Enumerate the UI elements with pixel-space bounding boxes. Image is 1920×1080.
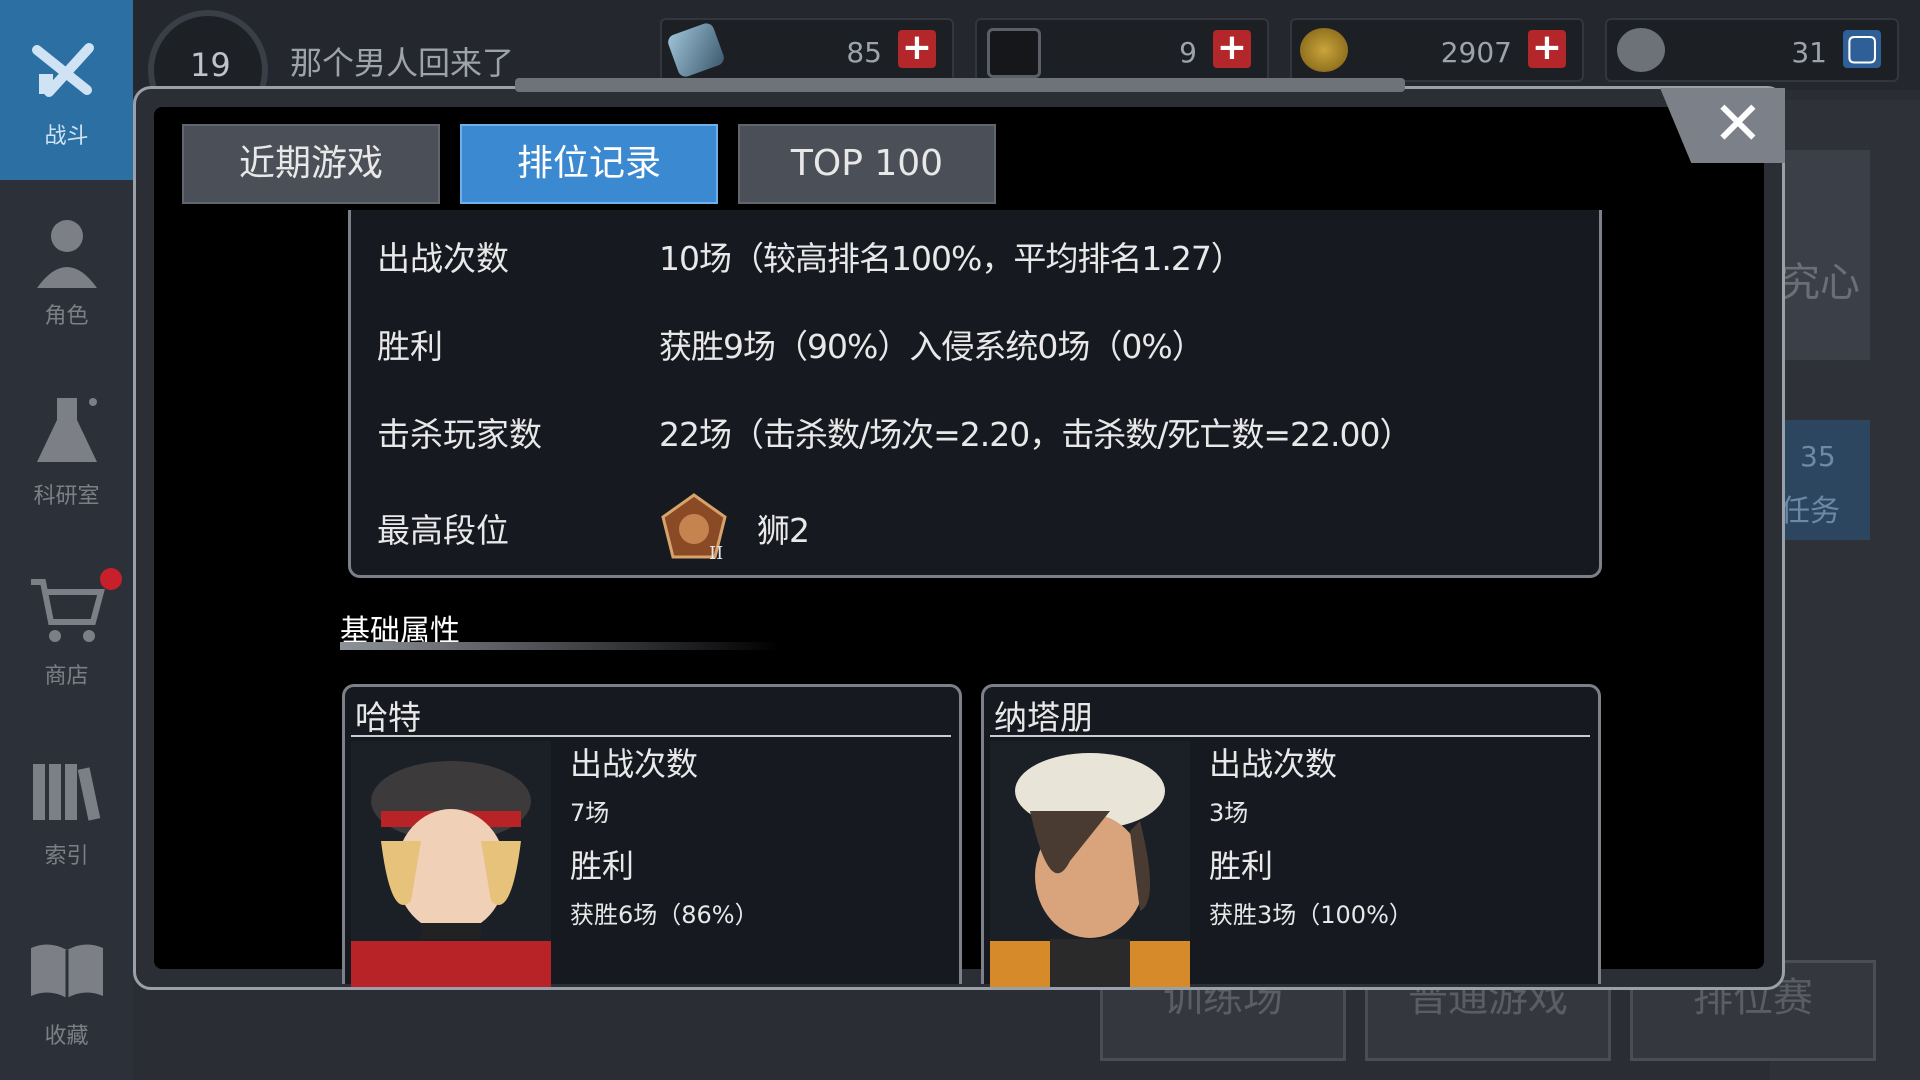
- add-crystal-button[interactable]: +: [898, 30, 936, 68]
- books-icon: [32, 764, 100, 821]
- hart-portrait-image: [351, 741, 551, 987]
- resource-value: 2907: [1440, 36, 1512, 69]
- stat-value: 22场（击杀数/场次=2.20，击杀数/死亡数=22.00）: [659, 415, 1412, 454]
- svg-text:II: II: [709, 543, 723, 563]
- battles-label: 出战次数: [1209, 745, 1338, 783]
- stat-row-wins: 胜利 获胜9场（90%）入侵系统0场（0%）: [377, 314, 1205, 374]
- add-disc-button[interactable]: +: [1213, 30, 1251, 68]
- divider: [990, 735, 1590, 737]
- stat-row-battles: 出战次数 10场（较高排名100%，平均排名1.27）: [377, 226, 1244, 286]
- battles-label: 出战次数: [570, 745, 699, 783]
- nav-item-battle[interactable]: 战斗: [0, 0, 133, 180]
- ranked-stats-panel: 出战次数 10场（较高排名100%，平均排名1.27） 胜利 获胜9场（90%）…: [348, 210, 1602, 578]
- lion-rank-badge-icon: II: [661, 493, 727, 563]
- resource-bp: 31 ▢: [1605, 18, 1899, 82]
- stat-label: 最高段位: [377, 511, 509, 550]
- character-icon: [36, 220, 97, 288]
- stat-row-highest-rank: 最高段位 II 狮2: [377, 488, 810, 568]
- character-name: 哈特: [355, 698, 421, 737]
- add-coin-button[interactable]: +: [1528, 30, 1566, 68]
- nav-label: 战斗: [44, 124, 89, 149]
- divider: [351, 735, 951, 737]
- resource-value: 31: [1791, 36, 1827, 69]
- nav-item-index[interactable]: 索引: [0, 720, 133, 900]
- background-mission: 35 任务: [1770, 420, 1870, 540]
- natapon-portrait-image: [990, 741, 1190, 987]
- wins-value: 获胜6场（86%）: [570, 901, 759, 929]
- nav-item-character[interactable]: 角色: [0, 180, 133, 360]
- character-card-hart[interactable]: 哈特 出战次数 7场 胜利 获胜6场（86%）: [342, 684, 962, 987]
- wins-value: 获胜3场（100%）: [1209, 901, 1413, 929]
- coin-icon: [1300, 28, 1348, 72]
- flask-icon: [36, 398, 97, 462]
- stat-label: 出战次数: [377, 239, 509, 278]
- character-portrait: [990, 741, 1190, 987]
- resource-value: 9: [1179, 36, 1197, 69]
- resource-value: 85: [846, 36, 882, 69]
- bp-icon: [1617, 28, 1665, 72]
- crystal-icon: [665, 21, 727, 79]
- nav-label: 科研室: [33, 484, 100, 509]
- tab-ranked-record[interactable]: 排位记录: [460, 124, 718, 204]
- nav-label: 索引: [44, 844, 89, 869]
- cart-icon: [30, 579, 105, 642]
- resource-disc: 9 +: [975, 18, 1269, 82]
- stat-value: 获胜9场（90%）入侵系统0场（0%）: [659, 327, 1205, 366]
- stat-value: 10场（较高排名100%，平均排名1.27）: [659, 239, 1244, 278]
- section-underline: [340, 642, 780, 650]
- battles-value: 3场: [1209, 799, 1249, 827]
- stat-label: 胜利: [377, 327, 443, 366]
- battles-value: 7场: [570, 799, 610, 827]
- character-portrait: [351, 741, 551, 987]
- wins-label: 胜利: [1209, 847, 1274, 885]
- stat-row-kills: 击杀玩家数 22场（击杀数/场次=2.20，击杀数/死亡数=22.00）: [377, 402, 1412, 462]
- notification-dot: [100, 568, 122, 590]
- crossed-guns-icon: [31, 43, 94, 97]
- character-card-natapon[interactable]: 纳塔朋 出战次数 3场 胜利 获胜3场（100%）: [981, 684, 1601, 987]
- resource-crystal: 85 +: [660, 18, 954, 82]
- mission-count: 35: [1800, 440, 1836, 473]
- tab-recent-games[interactable]: 近期游戏: [182, 124, 440, 204]
- mission-label: 任务: [1780, 494, 1840, 529]
- nav-label: 收藏: [44, 1024, 89, 1049]
- background-card: 究心: [1770, 150, 1870, 360]
- modal-drag-handle[interactable]: [515, 78, 1405, 92]
- nav-item-collection[interactable]: 收藏: [0, 900, 133, 1080]
- wins-label: 胜利: [570, 847, 635, 885]
- disc-icon: [987, 28, 1041, 78]
- nav-item-shop[interactable]: 商店: [0, 540, 133, 720]
- nav-item-lab[interactable]: 科研室: [0, 360, 133, 540]
- background-panel: 究心 35 任务: [1770, 100, 1920, 1080]
- stat-label: 击杀玩家数: [377, 415, 542, 454]
- open-book-icon: [30, 944, 103, 998]
- character-name: 纳塔朋: [994, 698, 1093, 737]
- close-icon: ✕: [1712, 89, 1763, 159]
- nav-label: 商店: [44, 664, 89, 689]
- bp-info-button[interactable]: ▢: [1843, 30, 1881, 68]
- rank-name: 狮2: [757, 511, 810, 550]
- player-level: 19: [190, 46, 231, 84]
- tab-top-100[interactable]: TOP 100: [738, 124, 996, 204]
- sidebar: 战斗 角色 科研室 商店 索引 收藏: [0, 0, 133, 1080]
- nav-label: 角色: [44, 304, 89, 329]
- background-title: 究心: [1780, 260, 1860, 306]
- player-title[interactable]: 那个男人回来了: [290, 38, 514, 84]
- resource-coin: 2907 +: [1290, 18, 1584, 82]
